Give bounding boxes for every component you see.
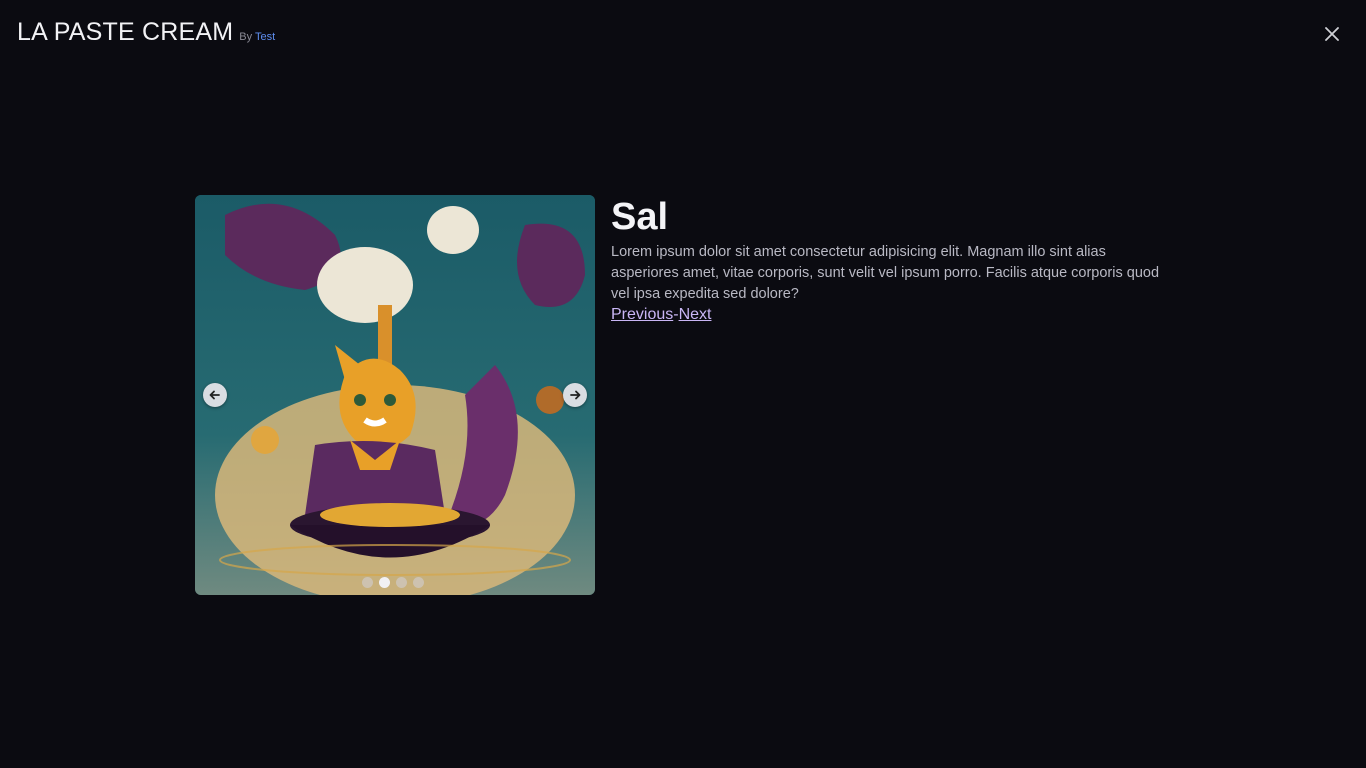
image-carousel[interactable] xyxy=(195,195,595,595)
carousel-dot-1[interactable] xyxy=(362,577,373,588)
carousel-dot-2[interactable] xyxy=(379,577,390,588)
next-link[interactable]: Next xyxy=(679,306,712,323)
arrow-left-icon xyxy=(209,390,220,400)
carousel-dot-4[interactable] xyxy=(413,577,424,588)
previous-link[interactable]: Previous xyxy=(611,306,673,323)
pager: Previous-Next xyxy=(611,306,1171,324)
carousel-next-button[interactable] xyxy=(563,383,587,407)
carousel-dot-3[interactable] xyxy=(396,577,407,588)
byline: By Test xyxy=(239,31,275,43)
carousel-indicators xyxy=(362,577,424,588)
item-title: Sal xyxy=(611,196,669,238)
carousel-prev-button[interactable] xyxy=(203,383,227,407)
close-button[interactable] xyxy=(1320,22,1344,46)
header: LA PASTE CREAM By Test xyxy=(17,18,275,47)
brand-title: LA PASTE CREAM xyxy=(17,18,234,46)
arrow-right-icon xyxy=(570,390,581,400)
close-icon xyxy=(1325,27,1339,41)
byline-label: By xyxy=(239,31,253,43)
detail-panel: Sal Lorem ipsum dolor sit amet consectet… xyxy=(611,196,1171,324)
item-description: Lorem ipsum dolor sit amet consectetur a… xyxy=(611,244,1160,302)
slide-image xyxy=(195,195,595,595)
author-link[interactable]: Test xyxy=(255,31,275,43)
